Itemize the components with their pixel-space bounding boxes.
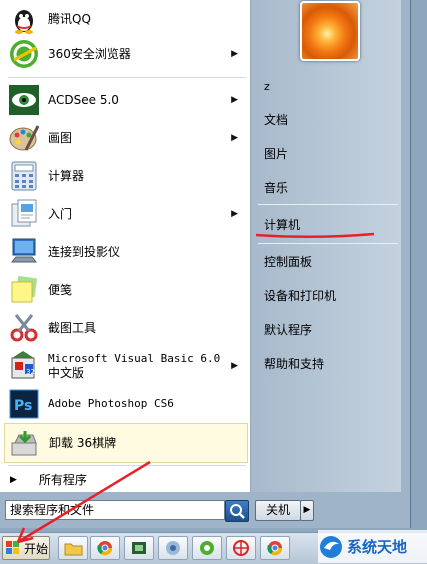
places-item-pictures[interactable]: 图片 (264, 145, 288, 162)
watermark: 系统天地 (318, 530, 427, 563)
acdsee-icon (8, 84, 40, 116)
places-item-devices-printers[interactable]: 设备和打印机 (264, 287, 336, 304)
program-label: 入门 (48, 207, 73, 221)
shutdown-options-button[interactable]: ▶ (300, 500, 314, 521)
svg-text:Ps: Ps (14, 398, 32, 414)
360-browser-icon (8, 38, 40, 70)
program-item-projector[interactable]: 连接到投影仪 (4, 236, 246, 268)
calculator-icon (8, 160, 40, 192)
getting-started-icon (8, 198, 40, 230)
program-item-acdsee[interactable]: ACDSee 5.0 ▶ (4, 84, 246, 116)
program-label: Microsoft Visual Basic 6.0 中文版 (48, 352, 220, 381)
program-item-getting-started[interactable]: 入门 ▶ (4, 198, 246, 230)
program-label: 卸载 36棋牌 (49, 436, 117, 450)
shutdown-button[interactable]: 关机 (255, 500, 301, 521)
target-icon (233, 540, 249, 556)
program-item-sticky-notes[interactable]: 便笺 (4, 274, 246, 306)
program-item-snipping-tool[interactable]: 截图工具 (4, 312, 246, 344)
program-label-line2: 中文版 (48, 365, 85, 380)
taskbar-chrome-2[interactable] (260, 536, 290, 560)
search-button[interactable] (225, 500, 249, 522)
photoshop-icon: Ps (8, 388, 40, 420)
taskbar-target[interactable] (226, 536, 256, 560)
submenu-arrow-icon: ▶ (231, 49, 238, 59)
program-item-visual-basic[interactable]: 32 Microsoft Visual Basic 6.0 中文版 ▶ (4, 348, 246, 384)
submenu-arrow-icon: ▶ (231, 209, 238, 219)
separator (8, 77, 246, 78)
program-label: 连接到投影仪 (48, 245, 121, 259)
user-picture[interactable] (300, 1, 360, 61)
program-item-qq[interactable]: 腾讯QQ (4, 4, 246, 34)
snipping-tool-icon (8, 312, 40, 344)
places-item-music[interactable]: 音乐 (264, 179, 288, 196)
program-label: 便笺 (48, 283, 73, 297)
projector-icon (8, 236, 40, 268)
program-label: 计算器 (48, 169, 85, 183)
submenu-arrow-icon: ▶ (231, 361, 238, 371)
submenu-arrow-icon: ▶ (231, 95, 238, 105)
watermark-text: 系统天地 (347, 538, 408, 556)
places-item-control-panel[interactable]: 控制面板 (264, 253, 312, 270)
program-label: 画图 (48, 131, 73, 145)
program-label: Adobe Photoshop CS6 (48, 397, 174, 410)
program-item-360-browser[interactable]: 360安全浏览器 ▶ (4, 38, 246, 70)
taskbar-app[interactable] (158, 536, 188, 560)
program-label: ACDSee 5.0 (48, 93, 119, 107)
chrome-icon (267, 541, 283, 556)
vb6-icon: 32 (8, 350, 40, 382)
program-item-calculator[interactable]: 计算器 (4, 160, 246, 192)
search-icon (230, 504, 245, 519)
watermark-logo-icon (320, 535, 342, 558)
places-item-documents[interactable]: 文档 (264, 111, 288, 128)
places-pane (251, 0, 401, 492)
app-icon (166, 541, 180, 555)
qq-penguin-icon (8, 3, 40, 35)
program-label: 腾讯QQ (48, 12, 91, 26)
program-label: 360安全浏览器 (48, 47, 131, 61)
sticky-notes-icon (8, 274, 40, 306)
user-name[interactable]: z (264, 80, 270, 93)
separator (258, 243, 398, 244)
program-label: 截图工具 (48, 321, 97, 335)
separator (258, 204, 398, 205)
paint-icon (8, 122, 40, 154)
program-label-line1: Microsoft Visual Basic 6.0 (48, 351, 221, 365)
program-item-paint[interactable]: 画图 ▶ (4, 122, 246, 154)
program-item-photoshop[interactable]: Ps Adobe Photoshop CS6 (4, 388, 246, 420)
submenu-arrow-icon: ▶ (231, 133, 238, 143)
annotation-underline (255, 232, 375, 239)
places-item-help-support[interactable]: 帮助和支持 (264, 355, 324, 372)
taskbar-360[interactable] (192, 536, 222, 560)
360-icon (200, 541, 214, 555)
annotation-arrow (16, 460, 151, 544)
svg-text:32: 32 (26, 368, 35, 376)
places-item-default-programs[interactable]: 默认程序 (264, 321, 312, 338)
